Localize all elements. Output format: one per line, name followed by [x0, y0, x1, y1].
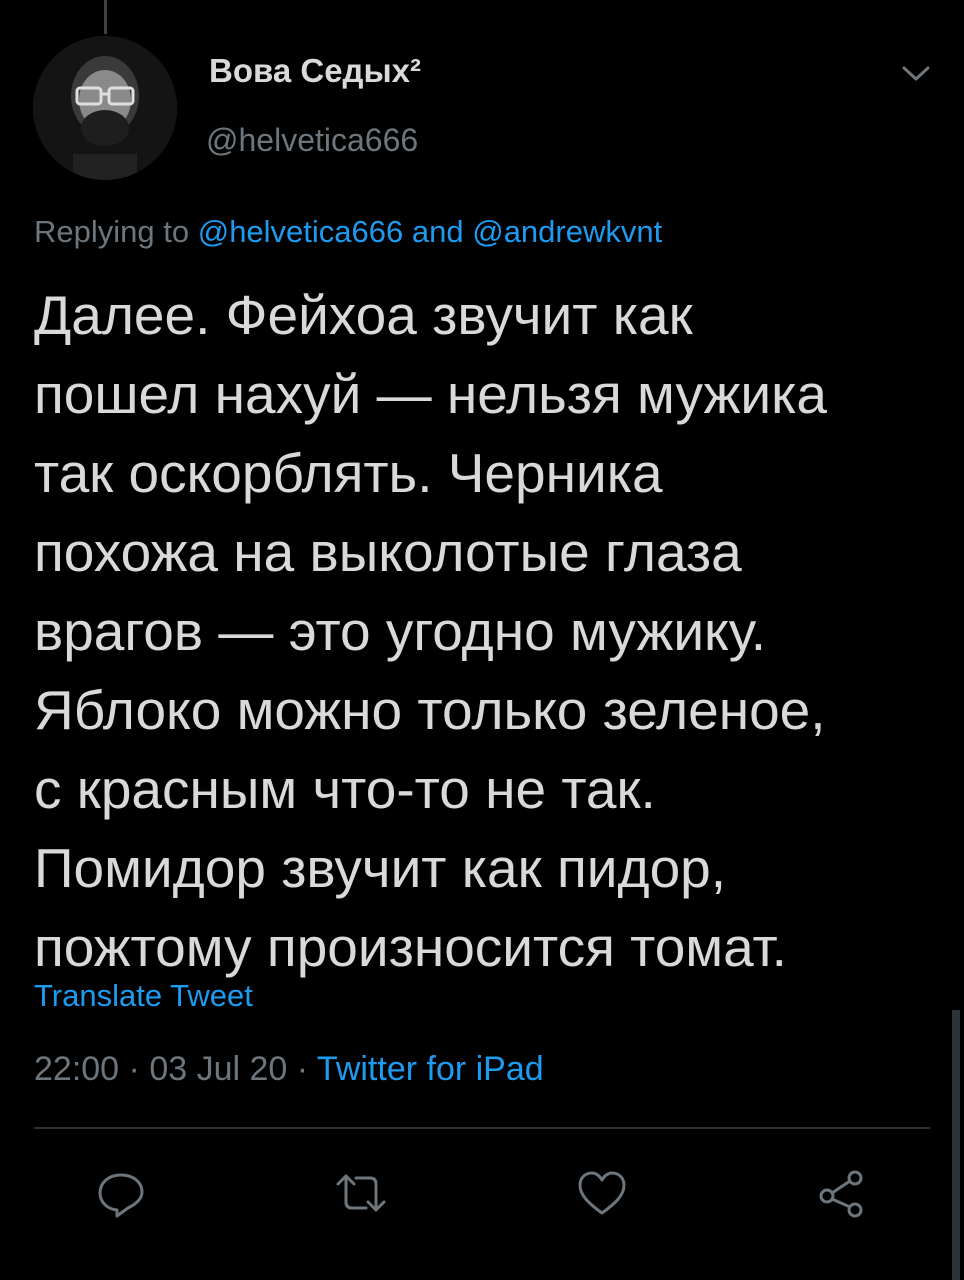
- tweet-text-line: Яблоко можно только зеленое,: [34, 679, 826, 741]
- tweet-text-line: Далее. Фейхоа звучит как: [34, 284, 693, 346]
- thread-connector-line: [104, 0, 107, 34]
- translate-tweet-link[interactable]: Translate Tweet: [34, 978, 253, 1014]
- tweet-meta: 22:00 · 03 Jul 20 · Twitter for iPad: [34, 1050, 544, 1089]
- retweet-icon: [336, 1174, 386, 1212]
- tweet-text-line: похожа на выколотые глаза: [34, 521, 742, 583]
- heart-icon: [578, 1171, 626, 1215]
- author-display-name[interactable]: Вова Седых²: [209, 52, 421, 90]
- meta-separator: ·: [119, 1050, 150, 1088]
- reply-button[interactable]: [94, 1166, 148, 1220]
- tweet-text: Далее. Фейхоа звучит как пошел нахуй — н…: [34, 276, 944, 987]
- replying-to-line: Replying to @helvetica666 and @andrewkvn…: [34, 214, 662, 250]
- retweet-button[interactable]: [334, 1166, 388, 1220]
- tweet-text-line: с красным что-то не так.: [34, 758, 656, 820]
- reply-mention-link[interactable]: @andrewkvnt: [472, 214, 662, 249]
- tweet-time: 22:00: [34, 1050, 120, 1088]
- tweet-text-line: так оскорблять. Черника: [34, 442, 663, 504]
- divider: [34, 1127, 930, 1129]
- tweet-text-line: врагов — это угодно мужику.: [34, 600, 766, 662]
- author-handle[interactable]: @helvetica666: [206, 122, 418, 159]
- replying-to-prefix: Replying to: [34, 214, 198, 249]
- reply-mention-joiner: and: [403, 214, 473, 249]
- chevron-down-icon[interactable]: [898, 60, 934, 86]
- avatar[interactable]: [33, 36, 177, 180]
- like-button[interactable]: [575, 1166, 629, 1220]
- scrollbar[interactable]: [952, 1010, 960, 1280]
- reply-icon: [98, 1173, 144, 1218]
- tweet-text-line: пошел нахуй — нельзя мужика: [34, 363, 827, 425]
- tweet-date: 03 Jul 20: [149, 1050, 288, 1088]
- tweet-text-line: пожтому произносится томат.: [34, 916, 787, 978]
- tweet-source-link[interactable]: Twitter for iPad: [317, 1050, 544, 1088]
- reply-mention-link[interactable]: @helvetica666: [198, 214, 404, 249]
- share-button[interactable]: [815, 1166, 869, 1220]
- tweet-text-line: Помидор звучит как пидор,: [34, 837, 727, 899]
- meta-separator: ·: [287, 1050, 317, 1088]
- share-icon: [819, 1170, 863, 1218]
